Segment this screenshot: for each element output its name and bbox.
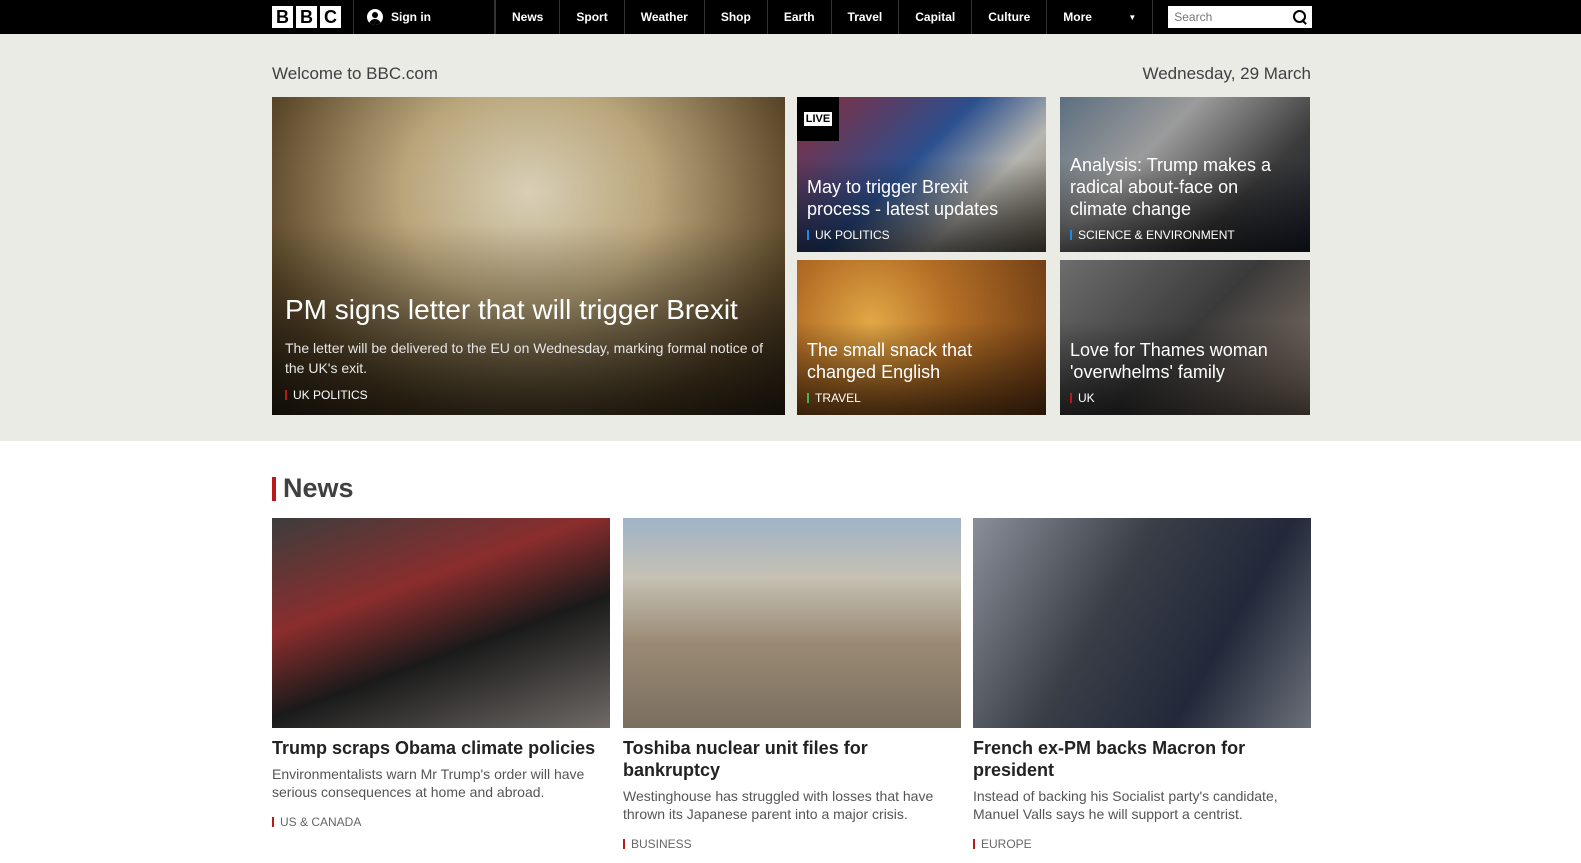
main-story-tag[interactable]: UK POLITICS	[285, 388, 765, 402]
tag-marker	[973, 839, 975, 849]
story-tile-brexit-live[interactable]: LIVE May to trigger Brexit process - lat…	[797, 97, 1046, 252]
search-input[interactable]	[1174, 10, 1285, 24]
news-card-image[interactable]	[272, 518, 610, 728]
tag-marker	[807, 230, 809, 240]
story-title[interactable]: May to trigger Brexit process - latest u…	[807, 176, 1036, 220]
tag-marker	[1070, 230, 1072, 240]
main-nav: News Sport Weather Shop Earth Travel Cap…	[495, 0, 1154, 34]
main-story-tile[interactable]: PM signs letter that will trigger Brexit…	[272, 97, 785, 415]
tag-marker	[285, 390, 287, 400]
logo-letter-b2: B	[296, 6, 317, 28]
bbc-logo[interactable]: B B C	[272, 0, 354, 34]
news-card-title[interactable]: Trump scraps Obama climate policies	[272, 737, 610, 759]
sign-in-label: Sign in	[391, 10, 431, 24]
tag-marker	[807, 393, 809, 403]
nav-sport[interactable]: Sport	[560, 0, 625, 34]
news-card-summary: Westinghouse has struggled with losses t…	[623, 788, 934, 822]
live-label: LIVE	[803, 112, 833, 126]
news-card-tag[interactable]: EUROPE	[973, 837, 1311, 851]
story-tile-thames[interactable]: Love for Thames woman 'overwhelms' famil…	[1060, 260, 1310, 415]
top-navigation-bar: B B C Sign in News Sport Weather Shop Ea…	[0, 0, 1581, 34]
main-story-content: PM signs letter that will trigger Brexit…	[285, 294, 765, 402]
nav-travel[interactable]: Travel	[832, 0, 900, 34]
story-tag[interactable]: UK POLITICS	[807, 228, 1036, 242]
story-tag-label: SCIENCE & ENVIRONMENT	[1078, 228, 1235, 242]
story-content: May to trigger Brexit process - latest u…	[807, 176, 1036, 242]
story-content: The small snack that changed English TRA…	[807, 339, 1036, 405]
welcome-text: Welcome to BBC.com	[272, 64, 438, 83]
news-section-title: News	[283, 473, 354, 503]
story-title[interactable]: Analysis: Trump makes a radical about-fa…	[1070, 154, 1300, 220]
story-tile-snack[interactable]: The small snack that changed English TRA…	[797, 260, 1046, 415]
news-card[interactable]: Trump scraps Obama climate policies Envi…	[272, 518, 610, 829]
news-card-summary: Instead of backing his Socialist party's…	[973, 788, 1278, 822]
news-card-tag[interactable]: US & CANADA	[272, 815, 610, 829]
main-story-tag-label: UK POLITICS	[293, 388, 368, 402]
live-badge: LIVE	[797, 97, 839, 141]
news-card-title[interactable]: French ex-PM backs Macron for president	[973, 737, 1311, 781]
search-box	[1168, 6, 1312, 28]
caret-down-icon: ▼	[1128, 12, 1137, 22]
top-navigation-inner: B B C Sign in News Sport Weather Shop Ea…	[272, 0, 1312, 34]
news-card-tag-label: EUROPE	[981, 837, 1032, 851]
nav-shop[interactable]: Shop	[705, 0, 768, 34]
story-tag-label: UK POLITICS	[815, 228, 890, 242]
logo-letter-b1: B	[272, 6, 293, 28]
logo-letter-c: C	[320, 6, 341, 28]
news-card-image[interactable]	[623, 518, 961, 728]
tag-marker	[1070, 393, 1072, 403]
story-tile-trump-climate[interactable]: Analysis: Trump makes a radical about-fa…	[1060, 97, 1310, 252]
story-tag[interactable]: TRAVEL	[807, 391, 1036, 405]
nav-capital[interactable]: Capital	[899, 0, 973, 34]
story-tag-label: TRAVEL	[815, 391, 861, 405]
news-card-tag[interactable]: BUSINESS	[623, 837, 961, 851]
news-card[interactable]: Toshiba nuclear unit files for bankruptc…	[623, 518, 961, 851]
nav-more-dropdown[interactable]: More ▼	[1047, 0, 1154, 34]
story-content: Love for Thames woman 'overwhelms' famil…	[1070, 339, 1300, 405]
story-content: Analysis: Trump makes a radical about-fa…	[1070, 154, 1300, 242]
nav-culture[interactable]: Culture	[972, 0, 1048, 34]
section-marker	[272, 476, 276, 501]
tag-marker	[272, 817, 274, 827]
main-story-summary: The letter will be delivered to the EU o…	[285, 340, 764, 376]
nav-news[interactable]: News	[496, 0, 561, 34]
story-tag[interactable]: SCIENCE & ENVIRONMENT	[1070, 228, 1300, 242]
nav-earth[interactable]: Earth	[768, 0, 832, 34]
news-section-header[interactable]: News	[272, 473, 354, 504]
date-text: Wednesday, 29 March	[1142, 64, 1311, 83]
news-card-summary: Environmentalists warn Mr Trump's order …	[272, 766, 585, 800]
story-title[interactable]: The small snack that changed English	[807, 339, 1036, 383]
nav-more-label: More	[1063, 10, 1092, 24]
story-tag-label: UK	[1078, 391, 1095, 405]
sign-in-link[interactable]: Sign in	[354, 0, 495, 34]
news-card-tag-label: BUSINESS	[631, 837, 692, 851]
news-card-title[interactable]: Toshiba nuclear unit files for bankruptc…	[623, 737, 961, 781]
news-card[interactable]: French ex-PM backs Macron for president …	[973, 518, 1311, 851]
hero-section	[0, 34, 1581, 441]
user-icon	[367, 9, 383, 25]
nav-weather[interactable]: Weather	[625, 0, 705, 34]
news-card-tag-label: US & CANADA	[280, 815, 362, 829]
tag-marker	[623, 839, 625, 849]
story-tag[interactable]: UK	[1070, 391, 1300, 405]
main-story-title[interactable]: PM signs letter that will trigger Brexit	[285, 294, 765, 326]
story-title[interactable]: Love for Thames woman 'overwhelms' famil…	[1070, 339, 1300, 383]
news-card-image[interactable]	[973, 518, 1311, 728]
search-icon[interactable]	[1292, 9, 1308, 25]
